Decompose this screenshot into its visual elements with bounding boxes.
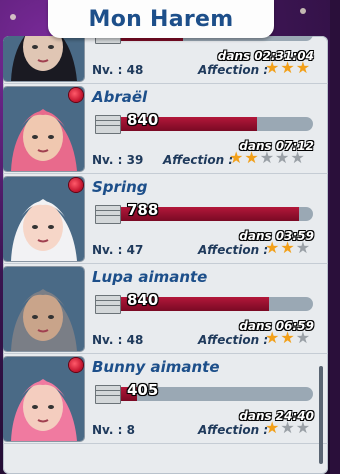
harem-list-panel[interactable]: dans 02:31:04 Nv. : 48 Affection : ★ ★ ★ Abra… bbox=[3, 36, 328, 474]
star-icon: ★ bbox=[259, 148, 275, 167]
sparkle-decoration bbox=[300, 8, 306, 14]
girl-level: Nv. : 48 bbox=[92, 333, 144, 347]
money-stack-icon[interactable] bbox=[95, 383, 121, 404]
affection-stars: ★ ★ ★ bbox=[265, 240, 310, 256]
star-icon: ★ bbox=[244, 148, 259, 167]
money-amount: 840 bbox=[127, 291, 159, 309]
girl-name: Lupa aimante bbox=[92, 268, 208, 286]
star-icon: ★ bbox=[295, 418, 311, 437]
star-icon: ★ bbox=[290, 148, 305, 167]
star-icon: ★ bbox=[280, 58, 295, 77]
rose-icon bbox=[69, 358, 83, 372]
page-title: Mon Harem bbox=[88, 6, 234, 32]
girl-level: Nv. : 48 bbox=[92, 63, 144, 77]
money-stack-icon[interactable] bbox=[95, 293, 121, 314]
star-icon: ★ bbox=[280, 418, 295, 437]
star-icon: ★ bbox=[265, 418, 280, 437]
girl-row[interactable]: dans 02:31:04 Nv. : 48 Affection : ★ ★ ★ bbox=[3, 36, 328, 84]
girl-level: Nv. : 47 bbox=[92, 243, 144, 257]
star-icon: ★ bbox=[265, 58, 280, 77]
rose-icon bbox=[69, 88, 83, 102]
girl-level: Nv. : 8 bbox=[92, 423, 135, 437]
background-side-decoration bbox=[330, 0, 340, 474]
star-icon: ★ bbox=[275, 148, 290, 167]
girl-level: Nv. : 39 bbox=[92, 153, 144, 167]
star-icon: ★ bbox=[229, 148, 244, 167]
girl-row[interactable]: Bunny aimante 405 dans 24:40 Nv. : 8 Affecti… bbox=[3, 353, 328, 444]
income-progress-bar: 405 bbox=[95, 381, 315, 407]
star-icon: ★ bbox=[265, 238, 280, 257]
girl-portrait[interactable] bbox=[3, 177, 84, 261]
affection-label: Affection : bbox=[198, 333, 269, 347]
girl-name: Abraël bbox=[92, 88, 148, 106]
girl-portrait[interactable] bbox=[3, 36, 84, 81]
affection-stars: ★ ★ ★ ★ ★ bbox=[229, 150, 305, 166]
girl-portrait[interactable] bbox=[3, 357, 84, 441]
girl-portrait[interactable] bbox=[3, 267, 84, 351]
money-amount: 840 bbox=[127, 111, 159, 129]
star-icon: ★ bbox=[295, 58, 311, 77]
income-progress-bar: 788 bbox=[95, 201, 315, 227]
sparkle-decoration bbox=[10, 14, 16, 20]
income-progress-bar: 840 bbox=[95, 111, 315, 137]
affection-stars: ★ ★ ★ bbox=[265, 420, 310, 436]
star-icon: ★ bbox=[280, 328, 295, 347]
affection-label: Affection : bbox=[163, 153, 234, 167]
girl-row[interactable]: Abraël 840 dans 07:12 Nv. : 39 Affection : ★ ★… bbox=[3, 83, 328, 174]
affection-stars: ★ ★ ★ bbox=[265, 330, 310, 346]
star-icon: ★ bbox=[280, 238, 295, 257]
star-icon: ★ bbox=[295, 238, 311, 257]
girl-row[interactable]: Lupa aimante 840 dans 06:59 Nv. : 48 Affecti… bbox=[3, 263, 328, 354]
girl-name: Bunny aimante bbox=[92, 358, 220, 376]
affection-stars: ★ ★ ★ bbox=[265, 60, 310, 76]
affection-label: Affection : bbox=[198, 63, 269, 77]
girl-portrait[interactable] bbox=[3, 87, 84, 171]
star-icon: ★ bbox=[295, 328, 311, 347]
money-amount: 405 bbox=[127, 381, 159, 399]
money-stack-icon[interactable] bbox=[95, 203, 121, 224]
income-progress-bar: 840 bbox=[95, 291, 315, 317]
girl-row[interactable]: Spring 788 dans 03:59 Nv. : 47 Affection : ★ ★… bbox=[3, 173, 328, 264]
scrollbar[interactable] bbox=[319, 366, 323, 464]
money-stack-icon[interactable] bbox=[95, 113, 121, 134]
girl-name: Spring bbox=[92, 178, 148, 196]
affection-label: Affection : bbox=[198, 243, 269, 257]
rose-icon bbox=[69, 178, 83, 192]
affection-label: Affection : bbox=[198, 423, 269, 437]
harem-title-tab: Mon Harem bbox=[48, 0, 274, 38]
money-amount: 788 bbox=[127, 201, 159, 219]
star-icon: ★ bbox=[265, 328, 280, 347]
